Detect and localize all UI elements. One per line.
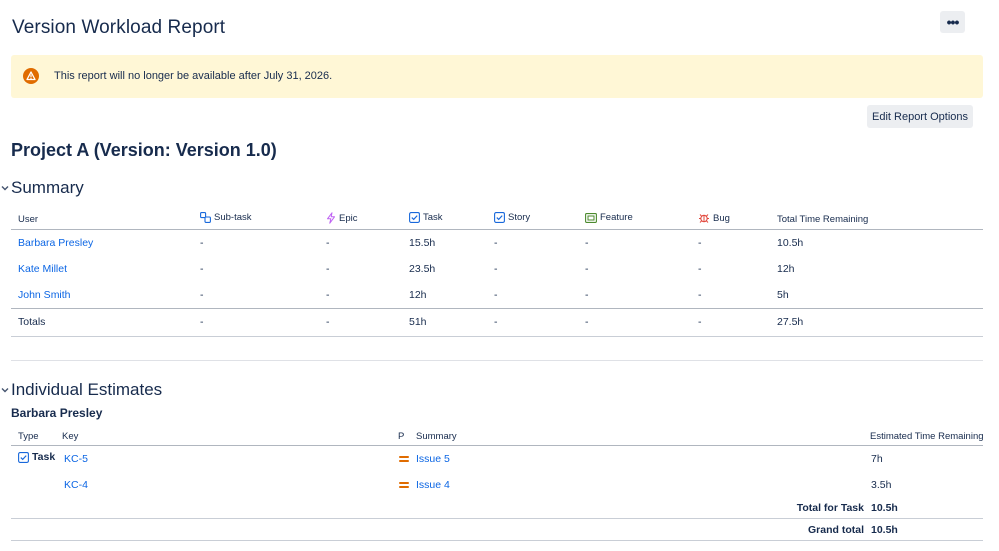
summary-header-divider xyxy=(11,229,983,230)
edit-report-options-button[interactable]: Edit Report Options xyxy=(867,105,973,128)
summary-cell: - xyxy=(200,289,204,301)
individual-user-name: Barbara Presley xyxy=(11,406,103,420)
col-summary: Summary xyxy=(416,431,457,442)
summary-user-link[interactable]: John Smith xyxy=(18,289,71,301)
summary-totals-divider xyxy=(11,308,983,309)
grand-total-divider xyxy=(11,540,983,541)
chevron-down-icon xyxy=(0,183,10,193)
totals-cell: - xyxy=(494,316,498,328)
issue-summary-link[interactable]: Issue 4 xyxy=(416,479,450,491)
totals-cell: 27.5h xyxy=(777,316,804,328)
feature-icon xyxy=(585,212,597,223)
issue-key-link[interactable]: KC-5 xyxy=(64,453,88,465)
col-bug: Bug xyxy=(698,212,730,224)
issue-estimate: 7h xyxy=(871,453,883,465)
issue-summary-link[interactable]: Issue 5 xyxy=(416,453,450,465)
col-story: Story xyxy=(494,212,530,223)
col-subtask: Sub-task xyxy=(200,212,252,223)
issue-type: Task xyxy=(18,451,55,463)
section-divider xyxy=(11,360,983,361)
col-key: Key xyxy=(62,431,79,442)
deprecation-banner: This report will no longer be available … xyxy=(11,55,983,98)
summary-cell: - xyxy=(326,237,330,249)
more-icon: ••• xyxy=(946,14,960,30)
priority-medium-icon xyxy=(399,482,409,489)
banner-message: This report will no longer be available … xyxy=(54,70,333,82)
col-feature: Feature xyxy=(585,212,633,223)
project-title: Project A (Version: Version 1.0) xyxy=(11,140,277,160)
page-title: Version Workload Report xyxy=(12,17,226,38)
summary-cell: - xyxy=(698,263,702,275)
summary-user-link[interactable]: Barbara Presley xyxy=(18,237,93,249)
summary-user-link[interactable]: Kate Millet xyxy=(18,263,67,275)
individual-section-toggle[interactable]: Individual Estimates xyxy=(0,380,162,400)
summary-cell: - xyxy=(585,289,589,301)
individual-heading: Individual Estimates xyxy=(11,380,163,399)
col-estimated-time: Estimated Time Remaining xyxy=(870,431,984,442)
total-for-task-value: 10.5h xyxy=(871,502,898,514)
grand-total-label: Grand total xyxy=(807,524,864,536)
summary-cell: - xyxy=(698,237,702,249)
totals-cell: - xyxy=(326,316,330,328)
bug-icon xyxy=(699,214,709,223)
epic-icon xyxy=(327,212,335,224)
priority-medium-icon xyxy=(399,456,409,463)
total-for-task-label: Total for Task xyxy=(796,502,864,514)
totals-cell: - xyxy=(585,316,589,328)
col-task: Task xyxy=(409,212,443,223)
col-type: Type xyxy=(18,431,39,442)
summary-cell: - xyxy=(585,237,589,249)
summary-cell: - xyxy=(698,289,702,301)
summary-bottom-divider xyxy=(11,336,983,337)
summary-cell: 12h xyxy=(777,263,795,275)
summary-cell: - xyxy=(326,289,330,301)
task-icon xyxy=(18,451,29,463)
total-divider xyxy=(11,518,983,519)
summary-cell: - xyxy=(585,263,589,275)
warning-icon xyxy=(23,68,39,84)
chevron-down-icon xyxy=(0,385,10,395)
summary-cell: 10.5h xyxy=(777,237,804,249)
summary-heading: Summary xyxy=(11,178,84,197)
totals-cell: - xyxy=(698,316,702,328)
col-priority: P xyxy=(398,431,405,442)
individual-header-divider xyxy=(11,445,983,446)
summary-cell: - xyxy=(494,263,498,275)
summary-section-toggle[interactable]: Summary xyxy=(0,178,84,198)
totals-cell: 51h xyxy=(409,316,427,328)
summary-cell: - xyxy=(326,263,330,275)
summary-cell: - xyxy=(200,263,204,275)
issue-key-link[interactable]: KC-4 xyxy=(64,479,88,491)
summary-cell: 23.5h xyxy=(409,263,436,275)
grand-total-value: 10.5h xyxy=(871,524,898,536)
totals-cell: - xyxy=(200,316,204,328)
summary-cell: - xyxy=(200,237,204,249)
summary-cell: 12h xyxy=(409,289,427,301)
task-icon xyxy=(409,212,420,223)
summary-cell: 5h xyxy=(777,289,789,301)
totals-label: Totals xyxy=(18,316,46,328)
col-epic: Epic xyxy=(326,212,357,224)
subtask-icon xyxy=(200,212,211,223)
summary-cell: - xyxy=(494,289,498,301)
story-icon xyxy=(494,212,505,223)
issue-estimate: 3.5h xyxy=(871,479,892,491)
issue-type-label: Task xyxy=(32,451,56,463)
more-actions-button[interactable]: ••• xyxy=(940,11,965,33)
col-user: User xyxy=(18,214,39,225)
summary-cell: - xyxy=(494,237,498,249)
col-total-time-remaining: Total Time Remaining xyxy=(777,214,869,225)
summary-cell: 15.5h xyxy=(409,237,436,249)
